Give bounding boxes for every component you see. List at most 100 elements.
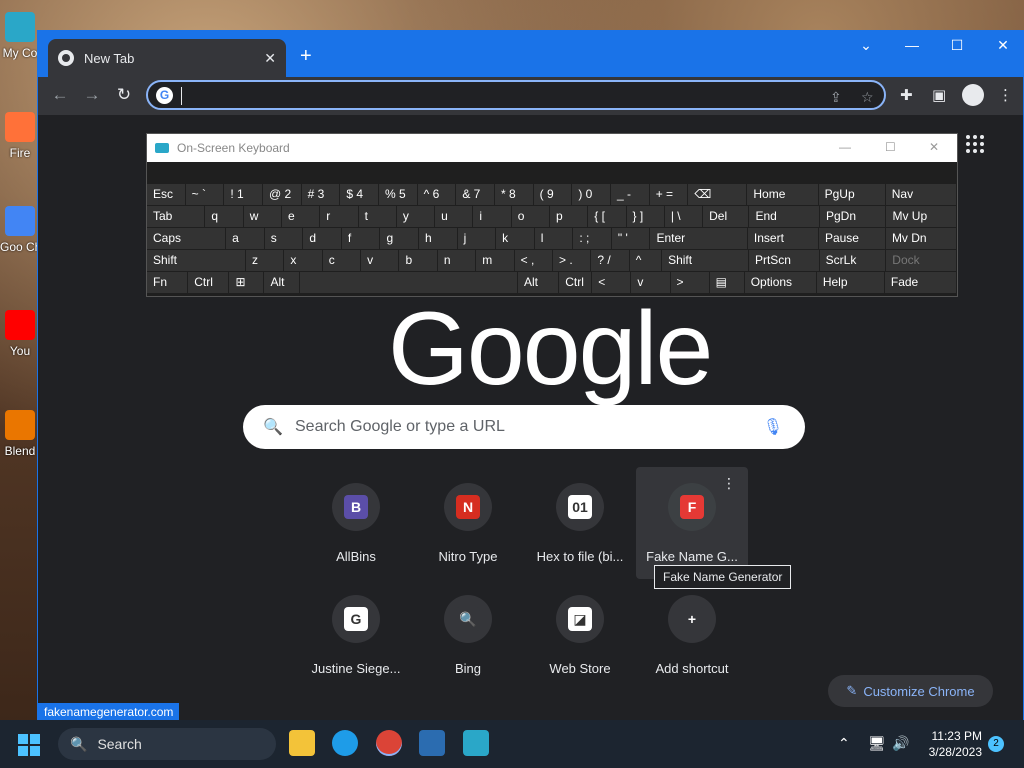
chrome-taskbar-icon[interactable] [376, 730, 402, 756]
osk-key[interactable]: Ctrl [188, 272, 230, 293]
osk-key[interactable]: + = [649, 184, 689, 205]
shortcut-tile[interactable]: G Justine Siege... [300, 579, 412, 691]
volume-icon[interactable]: 🔊 [892, 735, 909, 752]
search-box[interactable]: 🔍 Search Google or type a URL 🎙 [243, 405, 805, 449]
osk-key[interactable]: @ 2 [263, 184, 302, 205]
osk-key[interactable]: ) 0 [572, 184, 611, 205]
taskbar-search[interactable]: 🔍 Search [58, 728, 276, 760]
osk-key[interactable]: h [419, 228, 458, 249]
osk-key[interactable]: | \ [664, 206, 704, 227]
osk-key[interactable]: j [457, 228, 497, 249]
osk-key[interactable]: Del [703, 206, 750, 227]
osk-key[interactable]: d [303, 228, 342, 249]
system-clock[interactable]: 11:23 PM 3/28/2023 [924, 728, 982, 760]
shortcut-more-icon[interactable]: ⋮ [722, 475, 736, 492]
maximize-button[interactable]: ☐ [943, 37, 971, 54]
osk-key[interactable]: Alt [264, 272, 300, 293]
osk-key[interactable]: Dock [886, 250, 957, 271]
osk-key[interactable]: Fn [147, 272, 189, 293]
osk-key[interactable]: e [282, 206, 321, 227]
back-icon[interactable]: ← [48, 85, 72, 105]
shortcut-tile[interactable]: 01 Hex to file (bi... [524, 467, 636, 579]
customize-chrome-button[interactable]: ✎ Customize Chrome [828, 675, 993, 707]
osk-key[interactable]: " ' [611, 228, 651, 249]
osk-key[interactable]: PgUp [818, 184, 886, 205]
menu-dots-icon[interactable]: ⋮ [998, 86, 1013, 104]
close-tab-icon[interactable]: ✕ [264, 50, 276, 67]
osk-key[interactable]: Esc [147, 184, 186, 205]
osk-key[interactable]: p [549, 206, 589, 227]
tab-new-tab[interactable]: New Tab ✕ [48, 39, 286, 77]
osk-key[interactable]: { [ [588, 206, 627, 227]
osk-key[interactable]: Enter [650, 228, 748, 249]
google-apps-icon[interactable] [966, 135, 984, 153]
osk-key[interactable]: Home [747, 184, 819, 205]
shortcut-tile[interactable]: ◪ Web Store [524, 579, 636, 691]
osk-key[interactable]: y [396, 206, 436, 227]
shortcut-tile[interactable]: 🔍 Bing [412, 579, 524, 691]
osk-key[interactable]: k [496, 228, 535, 249]
network-icon[interactable]: 🖥 [868, 735, 886, 752]
osk-key[interactable]: q [205, 206, 244, 227]
osk-key[interactable]: < [592, 272, 632, 293]
osk-key[interactable]: Nav [885, 184, 957, 205]
osk-key[interactable]: Alt [517, 272, 560, 293]
osk-key[interactable]: < , [514, 250, 553, 271]
osk-key[interactable]: ! 1 [224, 184, 263, 205]
osk-key[interactable]: f [341, 228, 381, 249]
osk-taskbar-icon[interactable] [463, 730, 489, 756]
osk-key[interactable]: n [437, 250, 477, 271]
osk-key[interactable]: Tab [147, 206, 206, 227]
osk-key[interactable]: ▤ [709, 272, 745, 293]
chevron-up-icon[interactable]: ⌃ [838, 735, 850, 752]
osk-key[interactable]: Shift [662, 250, 749, 271]
side-panel-icon[interactable]: ▣ [932, 86, 946, 104]
desktop-icon[interactable]: Blend [0, 410, 40, 458]
share-icon[interactable]: ⇪ [830, 89, 842, 106]
profile-avatar[interactable] [962, 84, 984, 106]
store-icon[interactable] [419, 730, 445, 756]
osk-key[interactable]: w [243, 206, 282, 227]
osk-key[interactable]: ~ ` [185, 184, 225, 205]
edge-icon[interactable] [332, 730, 358, 756]
osk-key[interactable]: ^ 6 [417, 184, 457, 205]
osk-key[interactable]: ^ [629, 250, 663, 271]
close-window-button[interactable]: ✕ [989, 37, 1017, 54]
osk-key[interactable]: l [534, 228, 574, 249]
shortcut-tile[interactable]: B AllBins [300, 467, 412, 579]
osk-key[interactable]: Shift [147, 250, 246, 271]
osk-key[interactable]: Caps [147, 228, 227, 249]
osk-key[interactable]: b [399, 250, 438, 271]
tab-search-icon[interactable]: ⌄ [852, 37, 880, 54]
osk-key[interactable]: Help [816, 272, 885, 293]
osk-key[interactable]: Fade [884, 272, 957, 293]
osk-key[interactable]: c [322, 250, 362, 271]
osk-key[interactable]: g [380, 228, 420, 249]
osk-key[interactable]: i [473, 206, 512, 227]
osk-minimize-button[interactable]: — [839, 140, 851, 154]
bookmark-star-icon[interactable]: ☆ [861, 89, 874, 106]
page-scrollbar[interactable] [1013, 115, 1023, 723]
forward-icon[interactable]: → [80, 85, 104, 105]
osk-key[interactable]: u [435, 206, 474, 227]
notification-badge[interactable]: 2 [988, 736, 1004, 752]
file-explorer-icon[interactable] [289, 730, 315, 756]
osk-key[interactable]: Mv Up [886, 206, 957, 227]
osk-key[interactable]: a [226, 228, 265, 249]
osk-key[interactable]: ( 9 [533, 184, 573, 205]
osk-key[interactable]: Ctrl [559, 272, 593, 293]
osk-key[interactable]: ScrLk [819, 250, 887, 271]
osk-key[interactable]: End [749, 206, 820, 227]
extensions-icon[interactable]: ✚ [900, 86, 913, 104]
desktop-icon[interactable]: Goo Chr [0, 206, 40, 254]
osk-key[interactable]: } ] [626, 206, 665, 227]
osk-key[interactable]: m [476, 250, 515, 271]
start-windows-icon[interactable] [18, 734, 40, 756]
osk-key[interactable]: ⌫ [688, 184, 748, 205]
osk-key[interactable]: ? / [591, 250, 630, 271]
osk-key[interactable]: _ - [611, 184, 650, 205]
osk-key[interactable]: t [358, 206, 397, 227]
osk-key[interactable]: ⊞ [229, 272, 265, 293]
desktop-icon[interactable]: Fire [0, 112, 40, 160]
osk-key[interactable]: * 8 [495, 184, 534, 205]
